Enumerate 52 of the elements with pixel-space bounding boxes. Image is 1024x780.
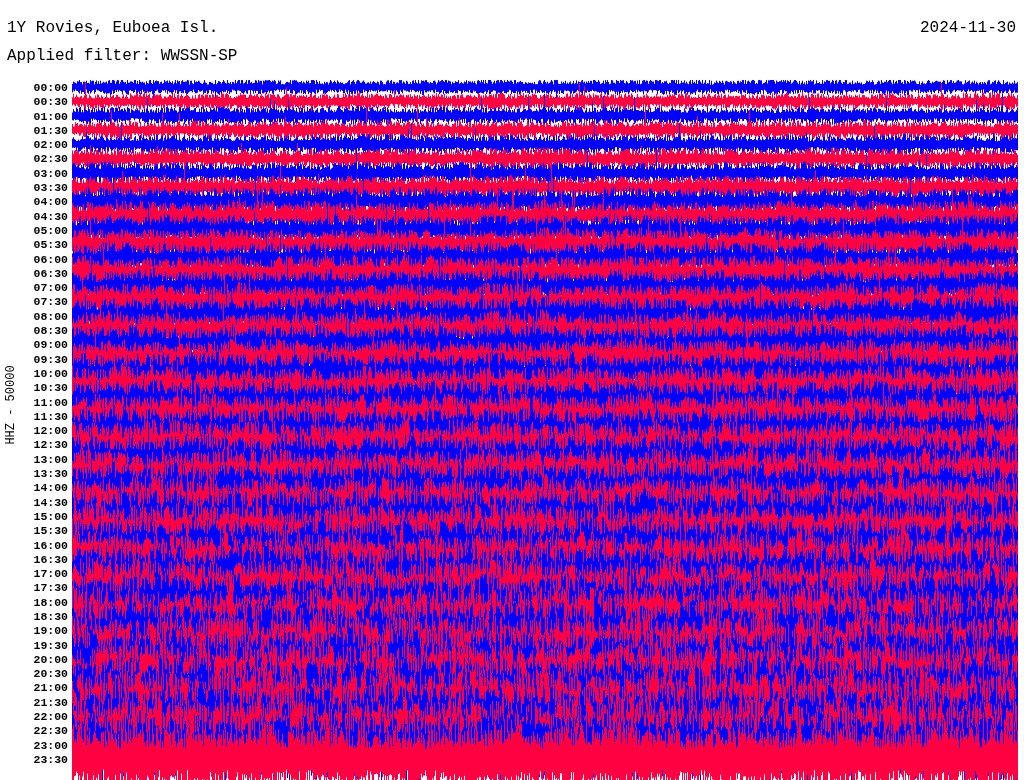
time-label: 04:30 (32, 209, 69, 224)
time-label: 17:30 (32, 581, 69, 596)
time-label: 21:30 (32, 695, 69, 711)
time-label: 11:30 (32, 409, 69, 425)
filter-label: Applied filter: WWSSN-SP (7, 46, 239, 66)
time-label: 02:00 (32, 138, 69, 153)
time-label: 07:30 (32, 295, 69, 310)
time-label: 13:00 (32, 452, 69, 467)
time-label: 05:00 (32, 223, 69, 239)
time-label: 15:30 (32, 524, 69, 539)
time-label: 19:00 (32, 624, 69, 639)
time-label: 00:30 (32, 95, 69, 110)
time-label: 15:00 (32, 509, 69, 525)
channel-label: HHZ - 50000 (4, 365, 18, 445)
time-label: 17:00 (32, 567, 69, 582)
time-label: 20:30 (32, 667, 69, 682)
time-label: 10:00 (32, 366, 69, 382)
time-label: 09:00 (32, 338, 69, 353)
time-label: 09:30 (32, 352, 69, 367)
time-label: 08:00 (32, 309, 69, 325)
time-label: 16:00 (32, 538, 69, 553)
time-label: 12:30 (32, 438, 69, 453)
time-label: 08:30 (32, 324, 69, 339)
time-label: 14:00 (32, 481, 69, 496)
time-label: 05:30 (32, 238, 69, 253)
time-label: 03:30 (32, 181, 69, 196)
time-label: 01:30 (32, 123, 69, 139)
time-label: 20:00 (32, 652, 69, 668)
plot-title: 1Y Rovies, Euboea Isl. (7, 18, 219, 38)
time-label: 13:30 (32, 467, 69, 482)
time-label: 22:00 (32, 710, 69, 725)
time-label: 01:00 (32, 109, 69, 124)
time-label: 16:30 (32, 552, 69, 568)
time-label: 07:00 (32, 281, 69, 296)
time-label: 23:30 (32, 752, 69, 768)
time-label: 03:00 (32, 166, 69, 182)
time-label: 22:30 (32, 724, 69, 739)
time-label: 06:30 (32, 266, 69, 282)
time-label: 00:00 (32, 81, 69, 96)
time-label: 18:30 (32, 610, 69, 625)
time-label: 21:00 (32, 681, 69, 696)
time-label: 06:00 (32, 252, 69, 267)
time-label: 12:00 (32, 424, 69, 439)
time-label: 23:00 (32, 738, 69, 753)
time-label: 11:00 (32, 395, 69, 410)
time-label: 02:30 (32, 152, 69, 167)
time-label: 18:00 (32, 595, 69, 610)
time-label: 04:00 (32, 195, 69, 210)
plot-date: 2024-11-30 (920, 18, 1016, 38)
time-label: 10:30 (32, 381, 69, 396)
time-label: 19:30 (32, 638, 69, 653)
time-label: 14:30 (32, 495, 69, 510)
